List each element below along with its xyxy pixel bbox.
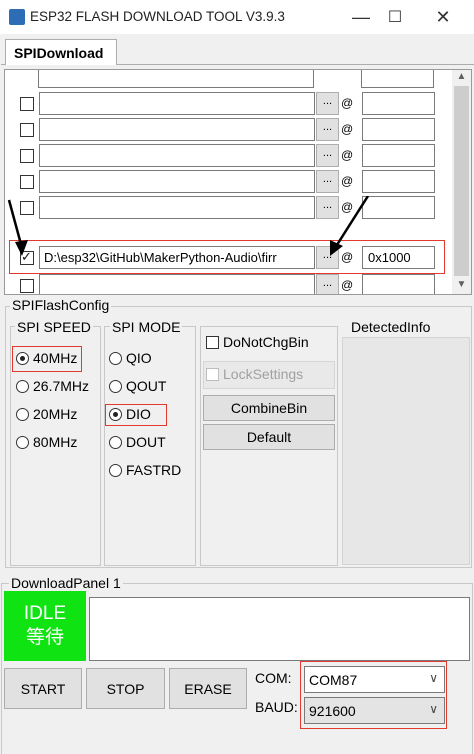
- chevron-up-icon[interactable]: ▲: [452, 71, 471, 82]
- baud-label: BAUD:: [255, 699, 298, 715]
- spi-flash-config-label: SPIFlashConfig: [10, 297, 112, 313]
- status-text-cn: 等待: [25, 627, 64, 648]
- file-path-input[interactable]: [39, 118, 315, 141]
- file-row-checkbox[interactable]: [20, 123, 34, 137]
- radio-dot: [109, 463, 122, 477]
- radio-fastrd[interactable]: FASTRD: [109, 462, 181, 478]
- checkbox-donotchgbin[interactable]: DoNotChgBin: [206, 334, 309, 350]
- annotation-arrow-left: [7, 199, 24, 249]
- highlight-box-40mhz: [12, 346, 82, 372]
- at-label: @: [341, 122, 354, 136]
- file-path-input[interactable]: [39, 92, 315, 115]
- detected-info-box: [342, 337, 470, 565]
- start-button[interactable]: START: [4, 668, 82, 709]
- combinebin-button[interactable]: CombineBin: [203, 395, 335, 421]
- radio-26-7mhz[interactable]: 26.7MHz: [16, 378, 89, 394]
- at-label: @: [341, 278, 354, 292]
- radio-dot: [16, 379, 29, 393]
- address-input-partial: [361, 70, 434, 88]
- default-button[interactable]: Default: [203, 424, 335, 450]
- checkbox-locksettings[interactable]: LockSettings: [206, 366, 303, 382]
- file-row: ... @: [5, 274, 453, 294]
- window-title: ESP32 FLASH DOWNLOAD TOOL V3.9.3: [30, 9, 285, 24]
- browse-button[interactable]: ...: [316, 170, 339, 193]
- radio-label: QIO: [126, 350, 152, 366]
- checkbox-label: DoNotChgBin: [223, 334, 309, 350]
- radio-80mhz[interactable]: 80MHz: [16, 434, 77, 450]
- annotation-arrowhead-right: [330, 240, 343, 256]
- radio-label: 26.7MHz: [33, 378, 90, 394]
- at-label: @: [341, 96, 354, 110]
- annotation-arrowhead-left: [15, 240, 28, 256]
- download-panel-label: DownloadPanel 1: [9, 575, 123, 591]
- file-row: ... @: [5, 118, 453, 144]
- com-label: COM:: [255, 670, 292, 686]
- address-input[interactable]: [362, 92, 435, 115]
- maximize-button[interactable]: ☐: [372, 0, 418, 34]
- file-path-input-partial: [38, 70, 314, 88]
- radio-dot: [16, 407, 29, 421]
- radio-label: QOUT: [126, 378, 167, 394]
- checkbox-box: [206, 367, 219, 381]
- file-row-checkbox[interactable]: [20, 97, 34, 111]
- log-output[interactable]: [89, 597, 470, 661]
- close-button[interactable]: ✕: [420, 0, 466, 34]
- file-path-input[interactable]: [39, 170, 315, 193]
- spi-mode-label: SPI MODE: [110, 319, 183, 335]
- at-label: @: [341, 148, 354, 162]
- browse-button[interactable]: ...: [316, 144, 339, 167]
- radio-dout[interactable]: DOUT: [109, 434, 166, 450]
- status-text-en: IDLE: [23, 603, 67, 624]
- annotation-arrows: [7, 196, 370, 256]
- checkbox-box: [206, 335, 219, 349]
- address-input[interactable]: [362, 118, 435, 141]
- annotation-arrow-right: [333, 196, 370, 249]
- address-input[interactable]: [362, 170, 435, 193]
- file-path-input[interactable]: [39, 274, 315, 294]
- status-indicator: IDLE 等待: [4, 591, 86, 661]
- tab-spidownload[interactable]: SPIDownload: [5, 39, 117, 65]
- radio-qio[interactable]: QIO: [109, 350, 152, 366]
- at-label: @: [341, 174, 354, 188]
- highlight-box-dio: [105, 404, 167, 426]
- browse-button[interactable]: ...: [316, 118, 339, 141]
- file-row-checkbox[interactable]: [20, 149, 34, 163]
- erase-button[interactable]: ERASE: [169, 668, 247, 709]
- radio-label: 80MHz: [33, 434, 78, 450]
- radio-20mhz[interactable]: 20MHz: [16, 406, 77, 422]
- address-input[interactable]: [362, 144, 435, 167]
- radio-dot: [109, 351, 122, 365]
- file-row-checkbox[interactable]: [20, 279, 34, 293]
- file-path-input[interactable]: [39, 144, 315, 167]
- file-row-checkbox[interactable]: [20, 175, 34, 189]
- radio-dot: [16, 435, 29, 449]
- stop-button[interactable]: STOP: [86, 668, 165, 709]
- detected-info-label: DetectedInfo: [349, 319, 433, 335]
- browse-button[interactable]: ...: [316, 274, 339, 294]
- radio-dot: [109, 435, 122, 449]
- radio-label: DOUT: [126, 434, 166, 450]
- address-input[interactable]: [362, 274, 435, 294]
- radio-label: FASTRD: [126, 462, 182, 478]
- checkbox-label: LockSettings: [223, 366, 304, 382]
- radio-qout[interactable]: QOUT: [109, 378, 166, 394]
- browse-button[interactable]: ...: [316, 92, 339, 115]
- chevron-down-icon[interactable]: ▼: [452, 279, 471, 290]
- radio-dot: [109, 379, 122, 393]
- highlight-box-com-baud: [300, 661, 447, 729]
- file-row: ... @: [5, 170, 453, 196]
- file-row: ... @: [5, 144, 453, 170]
- radio-label: 20MHz: [33, 406, 78, 422]
- spi-speed-label: SPI SPEED: [15, 319, 93, 335]
- app-icon: [9, 9, 25, 25]
- file-row: ... @: [5, 92, 453, 118]
